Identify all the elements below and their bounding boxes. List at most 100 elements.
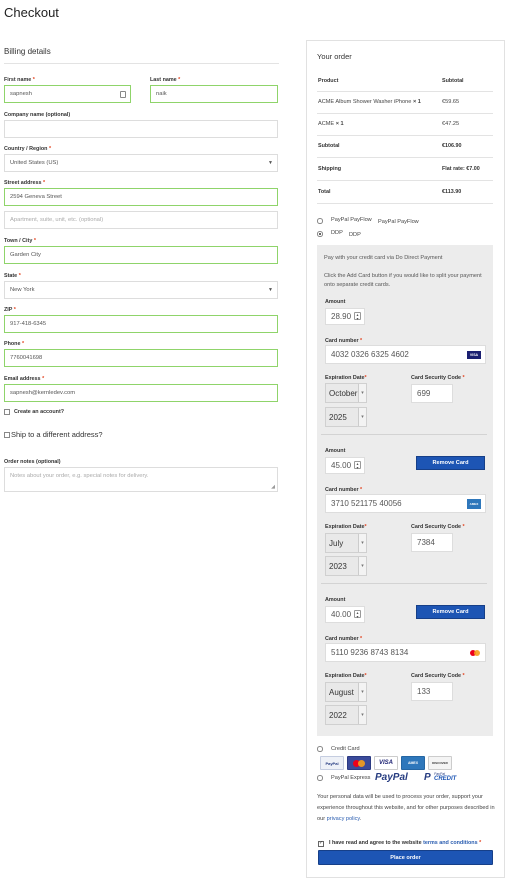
ddp-radio[interactable] [317, 231, 323, 237]
privacy-policy-link[interactable]: privacy policy [327, 816, 360, 822]
amex-logo: AMEX [401, 756, 425, 770]
divider [317, 203, 493, 204]
last-name-input[interactable]: naik [150, 85, 278, 103]
city-input[interactable]: Garden City [4, 246, 278, 264]
first-name-label: First name * [4, 77, 35, 83]
total-label: Total [318, 189, 331, 195]
amount-input[interactable]: 40.00 ▴ ▾ [325, 606, 365, 623]
chevron-down-icon: ▾ [358, 384, 366, 402]
ship-different-label: Ship to a different address? [11, 430, 103, 439]
mastercard-icon [470, 650, 480, 656]
exp-date-label: Expiration Date* [325, 673, 367, 679]
exp-date-label: Expiration Date* [325, 375, 367, 381]
create-account-checkbox[interactable] [4, 409, 10, 415]
billing-heading: Billing details [4, 47, 51, 56]
card-number-input[interactable]: 4032 0326 6325 4602 VISA [325, 345, 486, 364]
exp-month-select[interactable]: October ▾ [325, 383, 367, 403]
exp-year-select[interactable]: 2025 ▾ [325, 407, 367, 427]
divider [317, 157, 493, 158]
visa-icon: VISA [467, 351, 481, 359]
terms-link[interactable]: terms and conditions [423, 840, 478, 846]
chevron-down-icon: ▾ [358, 706, 366, 724]
credit-card-radio[interactable] [317, 746, 323, 752]
state-label: State * [4, 273, 21, 279]
exp-date-label: Expiration Date* [325, 524, 367, 530]
paypal-credit-logo: P PayPal CREDIT [424, 772, 457, 783]
remove-card-button[interactable]: Remove Card [416, 605, 485, 619]
divider [4, 63, 279, 64]
first-name-input[interactable]: sapnesh [4, 85, 131, 103]
paypal-payflow-radio[interactable] [317, 218, 323, 224]
amount-label: Amount [325, 448, 346, 454]
chevron-down-icon: ▾ [358, 534, 366, 552]
email-input[interactable]: sapnesh@kernledev.com [4, 384, 278, 402]
country-select[interactable]: United States (US) ▼ [4, 154, 278, 172]
remove-card-button[interactable]: Remove Card [416, 456, 485, 470]
csc-input[interactable]: 699 [411, 384, 453, 403]
create-account-label: Create an account? [14, 409, 65, 415]
paypal-express-radio[interactable] [317, 775, 323, 781]
state-select[interactable]: New York ▼ [4, 281, 278, 299]
ddp-desc: DDP [349, 232, 361, 238]
order-item-name: ACME × 1 [318, 121, 344, 127]
shipping-value: Flat rate: €7.00 [442, 166, 480, 172]
csc-label: Card Security Code * [411, 673, 465, 679]
terms-checkbox[interactable]: ✓ [318, 840, 324, 847]
chevron-down-icon: ▾ [358, 683, 366, 701]
zip-label: ZIP * [4, 307, 16, 313]
col-subtotal: Subtotal [442, 78, 464, 84]
resize-handle-icon: ◢ [271, 484, 275, 490]
subtotal-value: €106.90 [442, 143, 462, 149]
privacy-text: Your personal data will be used to proce… [317, 794, 495, 822]
stepper-icon[interactable]: ▴ ▾ [354, 610, 361, 618]
exp-year-select[interactable]: 2023 ▾ [325, 556, 367, 576]
csc-label: Card Security Code * [411, 524, 465, 530]
paypal-payflow-desc: PayPal PayFlow [378, 219, 419, 225]
ship-different-checkbox[interactable] [4, 432, 10, 438]
order-heading: Your order [317, 52, 352, 61]
card-number-input[interactable]: 3710 521175 40056 AMEX [325, 494, 486, 513]
phone-input[interactable]: 7760041698 [4, 349, 278, 367]
card-number-label: Card number * [325, 487, 363, 493]
city-label: Town / City * [4, 238, 36, 244]
csc-input[interactable]: 7384 [411, 533, 453, 552]
exp-month-select[interactable]: July ▾ [325, 533, 367, 553]
street-label: Street address * [4, 180, 46, 186]
street2-input[interactable]: Apartment, suite, unit, etc. (optional) [4, 211, 278, 229]
csc-input[interactable]: 133 [411, 682, 453, 701]
stepper-icon[interactable]: ▴ ▾ [354, 312, 361, 320]
total-value: €113.90 [442, 189, 462, 195]
company-label: Company name (optional) [4, 112, 71, 118]
paypal-card-logo: PayPal [320, 756, 344, 770]
phone-label: Phone * [4, 341, 25, 347]
street-input[interactable]: 2594 Geneva Street [4, 188, 278, 206]
card-number-input[interactable]: 5110 9236 8743 8134 [325, 643, 486, 662]
last-name-label: Last name * [150, 77, 181, 83]
country-label: Country / Region * [4, 146, 52, 152]
company-input[interactable] [4, 120, 278, 138]
subtotal-label: Subtotal [318, 143, 340, 149]
paypal-payflow-label: PayPal PayFlow [331, 217, 372, 223]
mastercard-logo [347, 756, 371, 770]
check-icon: ✓ [319, 840, 324, 846]
place-order-button[interactable]: Place order [318, 850, 493, 865]
chevron-down-icon: ▼ [268, 160, 273, 166]
order-notes-textarea[interactable]: Notes about your order, e.g. special not… [4, 467, 278, 492]
stepper-icon[interactable]: ▴ ▾ [354, 461, 361, 469]
credit-card-label: Credit Card [331, 746, 360, 752]
amount-label: Amount [325, 597, 346, 603]
visa-logo: VISA [374, 756, 398, 770]
csc-label: Card Security Code * [411, 375, 465, 381]
col-product: Product [318, 78, 339, 84]
exp-year-select[interactable]: 2022 ▾ [325, 705, 367, 725]
autofill-icon [120, 91, 126, 98]
shipping-label: Shipping [318, 166, 342, 172]
chevron-down-icon: ▾ [358, 557, 366, 575]
chevron-down-icon: ▾ [358, 408, 366, 426]
amount-input[interactable]: 28.90 ▴ ▾ [325, 308, 365, 325]
divider [321, 434, 487, 435]
order-notes-label: Order notes (optional) [4, 459, 61, 465]
exp-month-select[interactable]: August ▾ [325, 682, 367, 702]
amount-input[interactable]: 45.00 ▴ ▾ [325, 457, 365, 474]
zip-input[interactable]: 917-418-6345 [4, 315, 278, 333]
